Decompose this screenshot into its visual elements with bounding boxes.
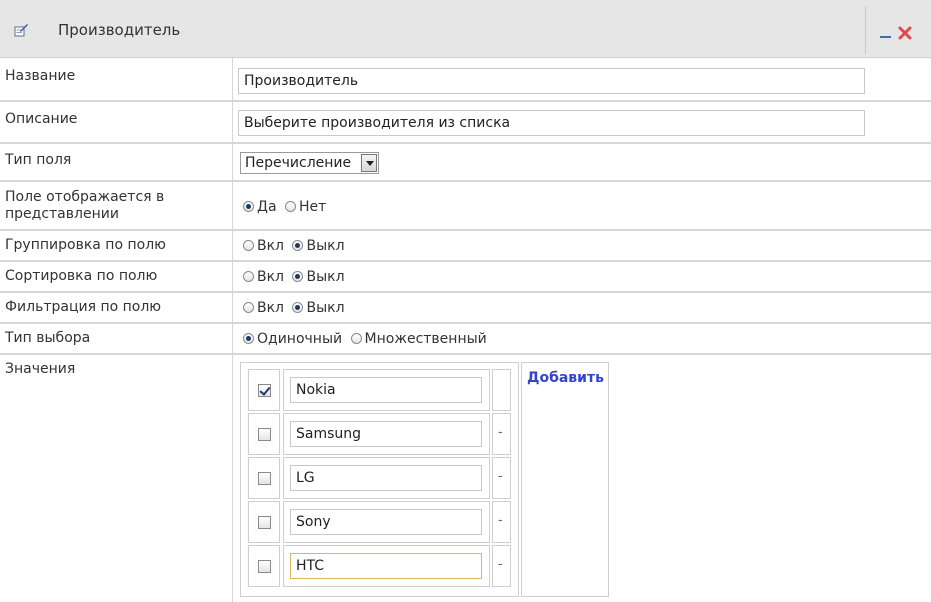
chevron-down-icon[interactable] bbox=[361, 154, 377, 172]
values-label: Значения bbox=[5, 361, 76, 377]
shown-yes-radio[interactable] bbox=[243, 201, 254, 212]
sorting-label: Сортировка по полю bbox=[5, 268, 158, 284]
value-input-sony[interactable] bbox=[290, 509, 482, 535]
value-checkbox-samsung[interactable] bbox=[258, 428, 271, 441]
filtering-label: Фильтрация по полю bbox=[5, 299, 162, 315]
remove-value-button[interactable]: - bbox=[498, 469, 503, 484]
row-shown: Поле отображается в представлении bbox=[0, 182, 931, 231]
remove-value-button[interactable]: - bbox=[498, 513, 503, 528]
grouping-on-radio[interactable] bbox=[243, 240, 254, 251]
value-checkbox-lg[interactable] bbox=[258, 472, 271, 485]
remove-value-button[interactable]: - bbox=[498, 557, 503, 572]
column-divider bbox=[232, 324, 233, 353]
sorting-on-radio[interactable] bbox=[243, 271, 254, 282]
shown-label: Поле отображается в представлении bbox=[5, 189, 165, 222]
panel-title: Производитель bbox=[58, 21, 181, 39]
shown-no-radio[interactable] bbox=[284, 201, 296, 212]
column-divider bbox=[232, 355, 233, 602]
value-input-nokia[interactable] bbox=[290, 377, 482, 403]
column-divider bbox=[232, 262, 233, 291]
selection-single-label: Одиночный bbox=[257, 331, 343, 347]
selection-type-radio-group: Одиночный Множественный bbox=[243, 331, 491, 347]
sorting-off-label: Выкл bbox=[306, 269, 345, 285]
value-checkbox-htc[interactable] bbox=[258, 560, 271, 573]
name-label: Название bbox=[5, 68, 76, 84]
description-label: Описание bbox=[5, 111, 78, 127]
value-input-htc[interactable] bbox=[290, 553, 482, 579]
column-divider bbox=[232, 102, 233, 142]
filtering-off-label: Выкл bbox=[306, 300, 345, 316]
row-sorting: Сортировка по полю bbox=[0, 262, 931, 293]
value-remove-cell bbox=[492, 369, 511, 411]
grouping-on-label: Вкл bbox=[257, 238, 285, 254]
header-divider bbox=[865, 6, 866, 54]
column-divider bbox=[232, 231, 233, 260]
grouping-off-radio[interactable] bbox=[292, 240, 304, 251]
grouping-radio-group: Вкл Выкл bbox=[243, 238, 349, 254]
minimize-icon[interactable] bbox=[880, 36, 891, 38]
grouping-label: Группировка по полю bbox=[5, 237, 166, 253]
remove-value-button[interactable]: - bbox=[498, 425, 503, 440]
description-input[interactable] bbox=[238, 110, 865, 136]
column-divider bbox=[232, 293, 233, 322]
shown-radio-group: Да Нет bbox=[243, 199, 330, 215]
field-type-label: Тип поля bbox=[5, 152, 72, 168]
selection-single-radio[interactable] bbox=[243, 333, 254, 344]
value-input-lg[interactable] bbox=[290, 465, 482, 491]
row-filtering: Фильтрация по полю bbox=[0, 293, 931, 324]
shown-no-label: Нет bbox=[298, 199, 327, 215]
field-type-selected: Перечисление bbox=[245, 155, 352, 171]
filtering-off-radio[interactable] bbox=[292, 302, 304, 313]
column-divider bbox=[232, 58, 233, 100]
field-type-select[interactable]: Перечисление bbox=[240, 152, 379, 174]
sorting-on-label: Вкл bbox=[257, 269, 285, 285]
selection-multiple-radio[interactable] bbox=[350, 333, 362, 344]
sorting-off-radio[interactable] bbox=[292, 271, 304, 282]
row-grouping: Группировка по полю bbox=[0, 231, 931, 262]
shown-yes-label: Да bbox=[257, 199, 277, 215]
sorting-radio-group: Вкл Выкл bbox=[243, 269, 349, 285]
filtering-radio-group: Вкл Выкл bbox=[243, 300, 349, 316]
name-input[interactable] bbox=[238, 68, 865, 94]
values-add-panel: Добавить bbox=[521, 362, 609, 597]
filtering-on-radio[interactable] bbox=[243, 302, 254, 313]
value-checkbox-nokia[interactable] bbox=[258, 384, 271, 397]
column-divider bbox=[232, 144, 233, 180]
close-icon[interactable] bbox=[896, 24, 914, 42]
selection-type-label: Тип выбора bbox=[5, 330, 91, 346]
grouping-off-label: Выкл bbox=[306, 238, 345, 254]
edit-icon bbox=[14, 24, 28, 37]
add-value-button[interactable]: Добавить bbox=[527, 370, 604, 386]
panel-header: Производитель bbox=[0, 0, 931, 58]
filtering-on-label: Вкл bbox=[257, 300, 285, 316]
column-divider bbox=[232, 182, 233, 229]
value-input-samsung[interactable] bbox=[290, 421, 482, 447]
selection-multiple-label: Множественный bbox=[364, 331, 487, 347]
row-field-type: Тип поля bbox=[0, 144, 931, 182]
value-checkbox-sony[interactable] bbox=[258, 516, 271, 529]
